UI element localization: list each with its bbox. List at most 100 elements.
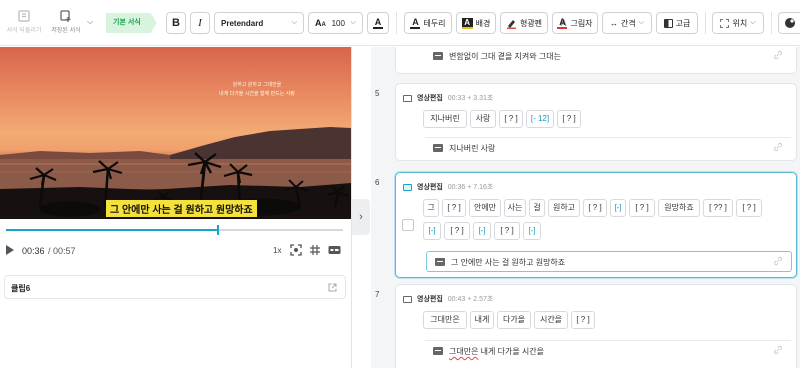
- font-size-select[interactable]: AA 100 ⌵: [308, 12, 363, 34]
- player-controls: 00:36 / 00:57 1x: [0, 240, 351, 262]
- subtitle-card[interactable]: 영상편집 00:43 + 2.57초 그대만은 내게 다가올 시간을 [ ? ]…: [395, 284, 797, 368]
- grid-icon[interactable]: [309, 244, 321, 256]
- word-token[interactable]: 다가올: [497, 311, 531, 329]
- font-color-button[interactable]: A: [367, 12, 389, 34]
- chevron-right-icon: ›: [359, 211, 363, 223]
- position-icon: [720, 18, 730, 28]
- subtitle-line-icon: [433, 52, 443, 60]
- toolbar: 서식 되돌리기 저장된 서식 ⌵ 기본 서식 B I Pretendard ⌵ …: [0, 0, 800, 46]
- saved-style-label: 저장된 서식: [51, 28, 81, 34]
- link-icon[interactable]: [773, 142, 783, 152]
- word-token[interactable]: 안에만: [469, 199, 501, 217]
- timecode: 00:36 + 7.16초: [447, 184, 494, 191]
- subtitle-text-row[interactable]: 변함없이 그대 곁을 지켜와 그대는: [425, 47, 791, 67]
- pause-token[interactable]: [-]: [473, 222, 491, 240]
- border-button[interactable]: A 테두리: [404, 12, 452, 34]
- pause-token[interactable]: [-]: [523, 222, 541, 240]
- video-edit-icon: [403, 183, 412, 191]
- background-button[interactable]: A 배경: [456, 12, 496, 34]
- subtitle-text-row[interactable]: 그대만은 내게 다가올 시간을: [425, 340, 791, 361]
- word-token[interactable]: 원망하죠: [658, 199, 700, 217]
- word-token[interactable]: 지나버린: [423, 110, 467, 128]
- subtitle-text: 변함없이 그대 곁을 지켜와 그대는: [449, 52, 561, 61]
- unknown-token[interactable]: [ ? ]: [499, 110, 523, 128]
- bold-button[interactable]: B: [166, 12, 186, 34]
- word-token[interactable]: 원하고: [548, 199, 580, 217]
- style-tag[interactable]: 기본 서식: [106, 13, 157, 33]
- subtitle-text-row-active[interactable]: 그 안에만 사는 걸 원하고 원망하죠: [426, 251, 792, 272]
- video-subtitle[interactable]: 그 안에만 사는 걸 원하고 원망하죠: [106, 200, 257, 217]
- saved-style-button[interactable]: 저장된 서식: [46, 9, 86, 34]
- undo-style-button[interactable]: 서식 되돌리기: [4, 9, 44, 34]
- link-icon[interactable]: [773, 256, 783, 266]
- link-icon[interactable]: [773, 345, 783, 355]
- spacing-select[interactable]: ↔ 간격 ⌵: [602, 12, 652, 34]
- highlighter-button[interactable]: 형광펜: [500, 12, 548, 34]
- unknown-token[interactable]: [ ? ]: [442, 199, 466, 217]
- word-token[interactable]: 사는: [504, 199, 526, 217]
- subtitle-text: 지나버린 사랑: [449, 144, 496, 153]
- word-token[interactable]: 걸: [529, 199, 545, 217]
- chevron-down-icon: ⌵: [350, 19, 356, 26]
- subtitle-card[interactable]: 변함없이 그대 곁을 지켜와 그대는: [395, 47, 797, 74]
- word-token[interactable]: 사랑: [470, 110, 496, 128]
- word-token[interactable]: 그: [423, 199, 439, 217]
- subtitle-text: 그대만은 내게 다가올 시간을: [449, 346, 544, 357]
- link-icon[interactable]: [773, 50, 783, 60]
- shadow-button[interactable]: A 그림자: [552, 12, 598, 34]
- playback-speed-button[interactable]: 1x: [273, 246, 281, 255]
- subtitle-text-row[interactable]: 지나버린 사랑: [425, 137, 791, 158]
- caption-icon[interactable]: [328, 244, 341, 256]
- saved-style-icon: [60, 10, 71, 22]
- unknown-token[interactable]: [ ? ]: [583, 199, 607, 217]
- subtitle-card[interactable]: 영상편집 00:33 + 3.31초 지나버린 사랑 [ ? ] [- 12] …: [395, 83, 797, 161]
- spacing-label: 간격: [620, 18, 636, 28]
- unknown-token[interactable]: [ ? ]: [736, 199, 762, 217]
- video-overlay-text: 원하고 원하고 그대만을 내게 다가올 시간을 함께 만드는 사랑: [212, 81, 302, 99]
- silence-token[interactable]: [- 12]: [526, 110, 554, 128]
- unknown-token[interactable]: [ ? ]: [444, 222, 470, 240]
- advanced-icon: [663, 18, 673, 28]
- seek-bar-handle[interactable]: [217, 225, 219, 235]
- external-link-icon[interactable]: [328, 283, 337, 292]
- video-preview[interactable]: 원하고 원하고 그대만을 내게 다가올 시간을 함께 만드는 사랑 그 안에만 …: [0, 47, 351, 219]
- advanced-button[interactable]: 고급: [656, 12, 698, 34]
- unknown-token[interactable]: [ ?? ]: [703, 199, 733, 217]
- chevron-down-icon: ⌵: [291, 19, 297, 26]
- seek-bar[interactable]: [6, 225, 343, 235]
- shadow-icon: A: [557, 16, 568, 29]
- unknown-token[interactable]: [ ? ]: [571, 311, 595, 329]
- play-icon[interactable]: [6, 245, 14, 255]
- subtitle-card-active[interactable]: 영상편집 00:36 + 7.16초 그 [ ? ] 안에만 사는 걸 원하고 …: [395, 172, 797, 278]
- current-time: 00:36: [22, 246, 45, 256]
- word-token[interactable]: 내게: [470, 311, 494, 329]
- word-token[interactable]: 그대만은: [423, 311, 467, 329]
- clip-card[interactable]: 클립6: [4, 275, 346, 299]
- subtitle-text: 그 안에만 사는 걸 원하고 원망하죠: [451, 258, 566, 267]
- card-meta: 영상편집 00:43 + 2.57초: [403, 294, 493, 304]
- font-family-select[interactable]: Pretendard ⌵: [214, 12, 304, 34]
- chevron-down-icon[interactable]: ⌵: [87, 17, 93, 27]
- advanced-label: 고급: [675, 18, 691, 28]
- toolbar-divider: [705, 12, 706, 34]
- palette-button[interactable]: [778, 12, 800, 34]
- italic-button[interactable]: I: [190, 12, 210, 34]
- chevron-down-icon: ⌵: [750, 19, 756, 26]
- border-color-icon: A: [410, 16, 421, 29]
- row-checkbox[interactable]: [402, 219, 414, 231]
- collapse-panel-button[interactable]: ›: [352, 199, 370, 235]
- overlay-line-2: 내게 다가올 시간을 함께 만드는 사랑: [219, 91, 295, 97]
- fit-screen-icon[interactable]: [290, 244, 302, 256]
- misspelled-word[interactable]: 그대만은: [449, 347, 478, 356]
- unknown-token[interactable]: [ ? ]: [494, 222, 520, 240]
- word-token[interactable]: 시간을: [534, 311, 568, 329]
- highlighter-label: 형광펜: [519, 18, 543, 28]
- unknown-token[interactable]: [ ? ]: [629, 199, 655, 217]
- position-select[interactable]: 위치 ⌵: [712, 12, 764, 34]
- edit-tag: 영상편집: [417, 296, 443, 303]
- unknown-token[interactable]: [ ? ]: [557, 110, 581, 128]
- pause-token[interactable]: [-]: [423, 222, 441, 240]
- shadow-label: 그림자: [570, 18, 593, 28]
- pause-token[interactable]: [-]: [610, 199, 626, 217]
- position-label: 위치: [732, 18, 748, 28]
